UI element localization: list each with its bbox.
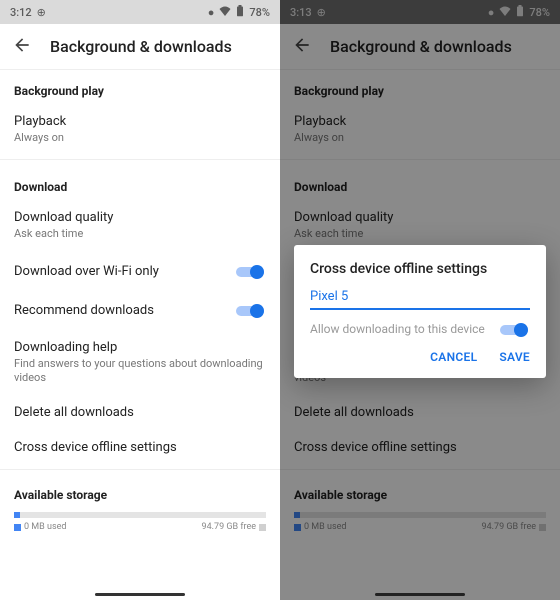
nav-indicator[interactable] [375,593,465,596]
wifi-icon [219,6,231,19]
divider [0,159,280,160]
item-dlq-title: Download quality [14,210,266,225]
item-cross-label: Cross device offline settings [14,440,266,455]
toggle-wifi[interactable] [236,264,266,278]
item-help-sub: Find answers to your questions about dow… [14,357,266,386]
dialog-title: Cross device offline settings [310,261,530,277]
toggle-allow-download[interactable] [500,322,530,336]
item-recommend[interactable]: Recommend downloads [0,291,280,330]
screen-right: 3:13 ⊕ ● 78% Background & downloads Back… [280,0,560,600]
storage-free-label: 94.79 GB free [202,522,256,532]
cancel-button[interactable]: CANCEL [430,350,477,364]
device-name-field[interactable] [310,287,530,310]
storage-bar [14,512,266,518]
screen-left: 3:12 ⊕ ● 78% Background & downloads Back… [0,0,280,600]
section-download: Download [0,164,280,200]
item-playback-title: Playback [14,114,266,129]
status-bar: 3:12 ⊕ ● 78% [0,0,280,24]
item-cross-device[interactable]: Cross device offline settings [0,430,280,465]
item-download-quality[interactable]: Download quality Ask each time [0,200,280,251]
status-time: 3:12 [10,6,32,19]
divider [0,469,280,470]
back-icon[interactable] [12,35,32,59]
square-icon-blue [14,524,21,531]
nav-indicator[interactable] [95,593,185,596]
item-delete-downloads[interactable]: Delete all downloads [0,395,280,430]
item-playback-sub: Always on [14,131,266,145]
header: Background & downloads [0,24,280,70]
toggle-recommend[interactable] [236,303,266,317]
dot-icon: ● [208,6,215,19]
square-icon-gray [259,524,266,531]
section-background-play: Background play [0,70,280,104]
item-help-title: Downloading help [14,340,266,355]
cross-device-dialog: Cross device offline settings Allow down… [294,245,546,378]
storage-used-label: 0 MB used [24,522,66,532]
item-playback[interactable]: Playback Always on [0,104,280,155]
battery-icon [236,5,244,20]
battery-pct: 78% [249,6,270,19]
item-dlq-sub: Ask each time [14,227,266,241]
settings-content: Background play Playback Always on Downl… [0,70,280,542]
page-title: Background & downloads [50,37,232,56]
save-button[interactable]: SAVE [499,350,530,364]
allow-download-label: Allow downloading to this device [310,322,485,336]
item-wifi-only[interactable]: Download over Wi-Fi only [0,252,280,291]
item-wifi-label: Download over Wi-Fi only [14,264,159,279]
debug-icon: ⊕ [37,6,46,19]
section-storage: Available storage [0,474,280,508]
item-downloading-help[interactable]: Downloading help Find answers to your qu… [0,330,280,396]
storage-labels: 0 MB used 94.79 GB free [0,520,280,542]
item-delete-label: Delete all downloads [14,405,266,420]
item-recommend-label: Recommend downloads [14,303,154,318]
storage-used-bar [14,512,20,518]
